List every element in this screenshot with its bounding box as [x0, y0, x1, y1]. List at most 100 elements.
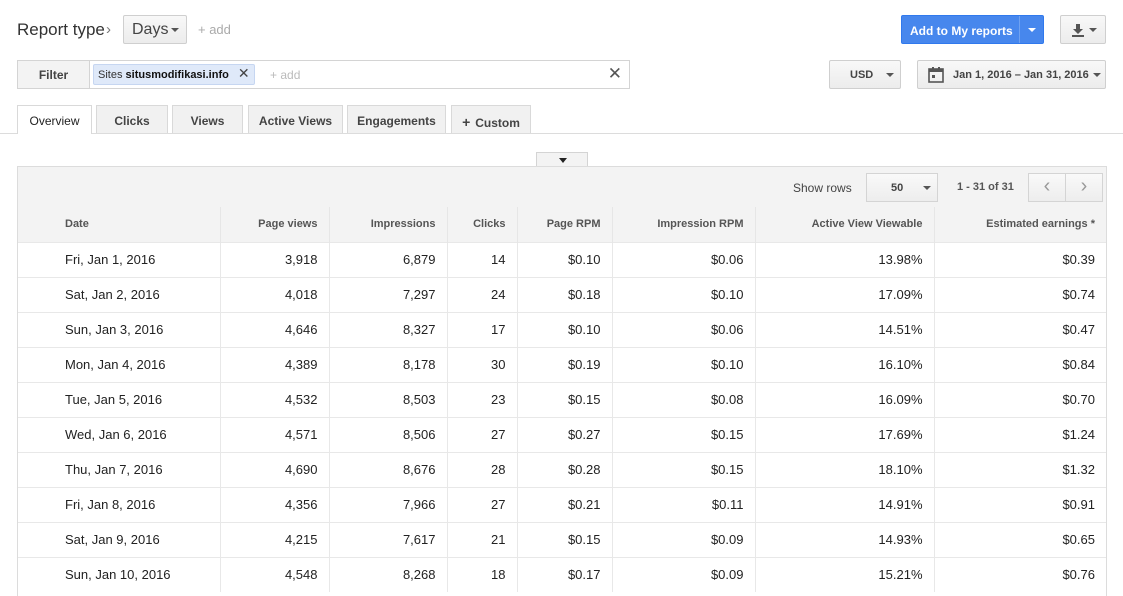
table-row: Sun, Jan 3, 2016 4,646 8,327 17 $0.10 $0.06 14…: [18, 311, 1106, 347]
cell-estimated-earnings: $0.74: [933, 276, 1106, 312]
cell-page-views: 4,018: [219, 276, 329, 312]
cell-active-view-viewable: 18.10%: [754, 451, 934, 487]
close-icon[interactable]: ✕: [238, 65, 250, 81]
cell-impressions: 8,503: [328, 381, 447, 417]
cell-estimated-earnings: $0.84: [933, 346, 1106, 382]
cell-page-rpm: $0.15: [516, 521, 612, 557]
cell-page-rpm: $0.28: [516, 451, 612, 487]
cell-impressions: 8,327: [328, 311, 447, 347]
tab-views[interactable]: Views: [172, 105, 243, 133]
cell-page-rpm: $0.21: [516, 486, 612, 522]
cell-page-views: 4,646: [219, 311, 329, 347]
cell-active-view-viewable: 16.09%: [754, 381, 934, 417]
column-header-date[interactable]: Date: [18, 207, 220, 242]
column-header-page-views[interactable]: Page views: [219, 207, 329, 242]
cell-impression-rpm: $0.10: [611, 276, 755, 312]
column-header-active-view-viewable[interactable]: Active View Viewable: [754, 207, 934, 242]
column-header-page-rpm[interactable]: Page RPM: [516, 207, 612, 242]
cell-impression-rpm: $0.09: [611, 521, 755, 557]
cell-active-view-viewable: 17.09%: [754, 276, 934, 312]
table-row: Wed, Jan 6, 2016 4,571 8,506 27 $0.27 $0.15 17…: [18, 416, 1106, 452]
cell-estimated-earnings: $1.24: [933, 416, 1106, 452]
cell-clicks: 14: [446, 241, 517, 277]
column-header-impressions[interactable]: Impressions: [328, 207, 447, 242]
cell-page-rpm: $0.10: [516, 241, 612, 277]
column-header-impression-rpm[interactable]: Impression RPM: [611, 207, 755, 242]
days-dropdown-label: Days: [132, 21, 169, 38]
cell-impressions: 7,966: [328, 486, 447, 522]
currency-dropdown[interactable]: USD: [829, 60, 901, 89]
download-button[interactable]: [1060, 15, 1106, 44]
tab-custom[interactable]: + Custom: [451, 105, 531, 133]
cell-clicks: 24: [446, 276, 517, 312]
show-rows-label: Show rows: [793, 181, 852, 195]
tab-clicks[interactable]: Clicks: [96, 105, 168, 133]
cell-active-view-viewable: 13.98%: [754, 241, 934, 277]
cell-impression-rpm: $0.15: [611, 416, 755, 452]
page-title: Report type: [17, 20, 105, 39]
filter-add-input[interactable]: + add: [270, 68, 300, 82]
cell-estimated-earnings: $0.65: [933, 521, 1106, 557]
chevron-right-icon: ›: [106, 21, 111, 38]
caret-down-icon: [1089, 28, 1097, 32]
table-row: Fri, Jan 1, 2016 3,918 6,879 14 $0.10 $0.06 13…: [18, 241, 1106, 277]
clear-filter-icon[interactable]: ✕: [608, 64, 622, 84]
add-dimension-link[interactable]: + add: [198, 22, 231, 37]
filter-chip-value: situsmodifikasi.info: [125, 69, 229, 81]
cell-page-views: 4,389: [219, 346, 329, 382]
caret-down-icon: [559, 158, 567, 163]
next-page-button[interactable]: ›: [1065, 173, 1103, 202]
cell-estimated-earnings: $0.47: [933, 311, 1106, 347]
cell-impressions: 7,297: [328, 276, 447, 312]
previous-page-button[interactable]: ‹: [1028, 173, 1066, 202]
cell-clicks: 28: [446, 451, 517, 487]
cell-active-view-viewable: 17.69%: [754, 416, 934, 452]
filter-chip-sites[interactable]: Sites situsmodifikasi.info ✕: [93, 64, 255, 85]
report-table-panel: Show rows 50 1 - 31 of 31 ‹ › Date Page …: [17, 166, 1107, 596]
cell-active-view-viewable: 14.93%: [754, 521, 934, 557]
table-row: Sat, Jan 9, 2016 4,215 7,617 21 $0.15 $0.09 14…: [18, 521, 1106, 557]
filter-chip-prefix: Sites: [98, 69, 123, 81]
cell-impression-rpm: $0.06: [611, 311, 755, 347]
cell-impressions: 7,617: [328, 521, 447, 557]
table-toolbar: Show rows 50 1 - 31 of 31 ‹ ›: [18, 167, 1106, 207]
cell-page-views: 4,571: [219, 416, 329, 452]
cell-page-rpm: $0.10: [516, 311, 612, 347]
cell-page-views: 4,215: [219, 521, 329, 557]
tab-active-views[interactable]: Active Views: [248, 105, 343, 133]
add-to-my-reports-button[interactable]: Add to My reports: [901, 15, 1044, 44]
cell-estimated-earnings: $0.70: [933, 381, 1106, 417]
date-range-label: Jan 1, 2016 – Jan 31, 2016: [953, 69, 1089, 81]
caret-down-icon[interactable]: [1028, 28, 1036, 32]
filter-bar: Filter Sites situsmodifikasi.info ✕ + ad…: [17, 60, 630, 89]
collapse-chart-toggle[interactable]: [536, 152, 588, 167]
filter-label: Filter: [18, 61, 90, 88]
cell-impression-rpm: $0.15: [611, 451, 755, 487]
column-header-clicks[interactable]: Clicks: [446, 207, 517, 242]
column-header-estimated-earnings[interactable]: Estimated earnings *: [933, 207, 1106, 242]
cell-clicks: 27: [446, 416, 517, 452]
calendar-icon: [928, 67, 944, 83]
cell-page-rpm: $0.27: [516, 416, 612, 452]
caret-down-icon: [923, 186, 931, 190]
tab-label: Clicks: [114, 114, 150, 128]
cell-impression-rpm: $0.11: [611, 486, 755, 522]
cell-active-view-viewable: 16.10%: [754, 346, 934, 382]
cell-date: Mon, Jan 4, 2016: [18, 346, 220, 382]
tab-overview[interactable]: Overview: [17, 105, 92, 134]
caret-down-icon: [171, 28, 179, 32]
days-dropdown[interactable]: Days: [123, 15, 187, 44]
cell-page-views: 3,918: [219, 241, 329, 277]
cell-impression-rpm: $0.06: [611, 241, 755, 277]
rows-per-page-select[interactable]: 50: [866, 173, 938, 202]
table-row: Sat, Jan 2, 2016 4,018 7,297 24 $0.18 $0.10 17…: [18, 276, 1106, 312]
cell-impressions: 8,178: [328, 346, 447, 382]
cell-date: Sun, Jan 3, 2016: [18, 311, 220, 347]
cell-page-views: 4,690: [219, 451, 329, 487]
tab-label: Engagements: [357, 114, 436, 128]
cell-date: Fri, Jan 1, 2016: [18, 241, 220, 277]
date-range-picker[interactable]: Jan 1, 2016 – Jan 31, 2016: [917, 60, 1106, 89]
tab-engagements[interactable]: Engagements: [347, 105, 446, 133]
cell-date: Sat, Jan 2, 2016: [18, 276, 220, 312]
cell-impressions: 8,506: [328, 416, 447, 452]
